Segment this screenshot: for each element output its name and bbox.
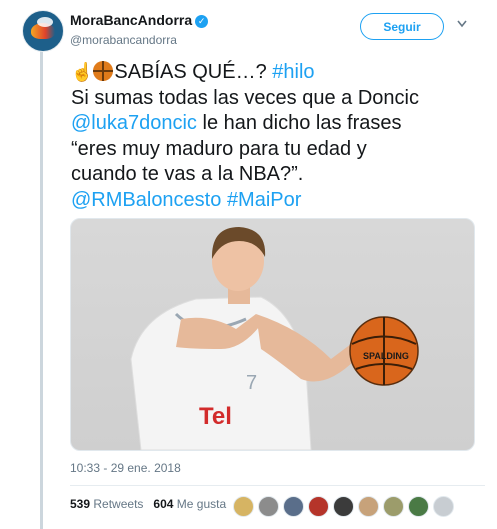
logo-wing-icon (37, 17, 53, 27)
verified-badge-icon: ✓ (195, 15, 209, 28)
likers-avatars (233, 496, 454, 517)
liker-avatar[interactable] (433, 496, 454, 517)
tweet-line-6: @RMBaloncesto #MaiPor (71, 188, 486, 214)
retweets-stat[interactable]: 539 Retweets (70, 497, 143, 511)
liker-avatar[interactable] (233, 496, 254, 517)
jersey-sponsor: Tel (199, 403, 232, 430)
likes-count: 604 (153, 497, 174, 511)
pointing-up-icon: ☝ (71, 62, 94, 82)
basketball-icon (93, 61, 114, 81)
likes-stat[interactable]: 604 Me gusta (153, 497, 226, 511)
tweet-header: MoraBancAndorra ✓ @morabancandorra (70, 12, 209, 47)
liker-avatar[interactable] (258, 496, 279, 517)
hashtag-hilo[interactable]: #hilo (272, 61, 314, 83)
tweet-line-3-text: le han dicho las frases (196, 112, 402, 134)
divider (70, 485, 485, 486)
liker-avatar[interactable] (333, 496, 354, 517)
tweet-line-4: “eres muy maduro para tu edad y (71, 137, 367, 160)
jersey-number: 7 (246, 372, 257, 394)
mention-luka7doncic[interactable]: @luka7doncic (71, 112, 197, 134)
ball-brand: SPALDING (363, 351, 409, 361)
tweet-line-1-text: SABÍAS QUÉ…? (114, 61, 267, 83)
hashtag-maipor[interactable]: #MaiPor (227, 189, 301, 211)
liker-avatar[interactable] (358, 496, 379, 517)
engagement-stats: 539 Retweets 604 Me gusta (70, 497, 226, 511)
mention-rmbaloncesto[interactable]: @RMBaloncesto (71, 189, 221, 211)
tweet-photo[interactable]: Tel 7 SPALDING (70, 218, 475, 451)
tweet-line-5: cuando te vas a la NBA?”. (71, 163, 304, 185)
tweet-line-2: Si sumas todas las veces que a Doncic (71, 86, 419, 109)
handle[interactable]: @morabancandorra (70, 33, 208, 47)
chevron-down-icon[interactable] (457, 20, 467, 28)
player-photo: Tel 7 SPALDING (130, 227, 419, 450)
tweet-line-1: ☝ SABÍAS QUÉ…? #hilo (71, 60, 486, 86)
tweet-timestamp[interactable]: 10:33 - 29 ene. 2018 (70, 461, 181, 475)
liker-avatar[interactable] (308, 496, 329, 517)
retweets-label: Retweets (93, 497, 144, 511)
tweet-text: ☝ SABÍAS QUÉ…? #hilo Si sumas todas las v… (71, 60, 486, 213)
liker-avatar[interactable] (283, 496, 304, 517)
liker-avatar[interactable] (383, 496, 404, 517)
likes-label: Me gusta (176, 497, 227, 511)
follow-button[interactable]: Seguir (360, 13, 444, 40)
retweets-count: 539 (70, 497, 91, 511)
avatar[interactable] (22, 10, 64, 52)
thread-line (40, 42, 43, 529)
liker-avatar[interactable] (408, 496, 429, 517)
display-name[interactable]: MoraBancAndorra (70, 12, 192, 28)
tweet-line-3: @luka7doncic le han dicho las frases (71, 111, 486, 137)
